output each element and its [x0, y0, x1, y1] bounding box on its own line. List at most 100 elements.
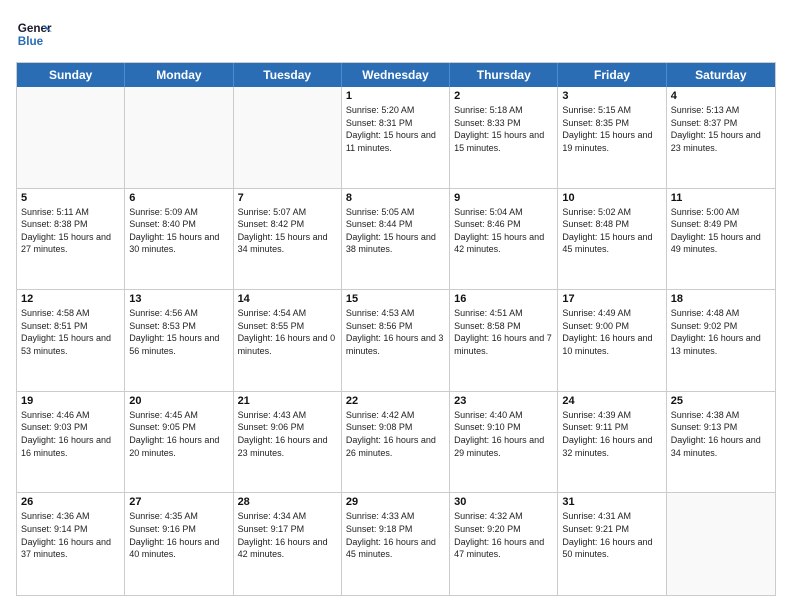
cal-cell-day-31: 31 Sunrise: 4:31 AMSunset: 9:21 PMDayligh… [558, 493, 666, 595]
cal-cell-day-7: 7Sunrise: 5:07 AMSunset: 8:42 PMDaylight… [234, 189, 342, 290]
cal-cell-day-25: 25 Sunrise: 4:38 AMSunset: 9:13 PMDayligh… [667, 392, 775, 493]
day-info: Sunrise: 5:09 AMSunset: 8:40 PMDaylight:… [129, 206, 228, 256]
cal-cell-day-30: 30 Sunrise: 4:32 AMSunset: 9:20 PMDayligh… [450, 493, 558, 595]
page: General Blue SundayMondayTuesdayWednesda… [0, 0, 792, 612]
day-number: 5 [21, 192, 120, 204]
day-number: 15 [346, 293, 445, 305]
day-number: 23 [454, 395, 553, 407]
logo: General Blue [16, 16, 56, 52]
day-number: 9 [454, 192, 553, 204]
header: General Blue [16, 16, 776, 52]
cal-cell-day-5: 5 Sunrise: 5:11 AMSunset: 8:38 PMDaylight… [17, 189, 125, 290]
day-header-monday: Monday [125, 63, 233, 87]
calendar: SundayMondayTuesdayWednesdayThursdayFrid… [16, 62, 776, 596]
cal-row-2: 5 Sunrise: 5:11 AMSunset: 8:38 PMDaylight… [17, 189, 775, 291]
day-header-friday: Friday [558, 63, 666, 87]
day-number: 31 [562, 496, 661, 508]
day-info: Sunrise: 4:53 AMSunset: 8:56 PMDaylight:… [346, 307, 445, 357]
day-info: Sunrise: 5:04 AMSunset: 8:46 PMDaylight:… [454, 206, 553, 256]
cal-cell-day-23: 23Sunrise: 4:40 AMSunset: 9:10 PMDayligh… [450, 392, 558, 493]
cal-cell-day-6: 6Sunrise: 5:09 AMSunset: 8:40 PMDaylight… [125, 189, 233, 290]
cal-cell-day-10: 10Sunrise: 5:02 AMSunset: 8:48 PMDayligh… [558, 189, 666, 290]
day-info: Sunrise: 4:32 AMSunset: 9:20 PMDaylight:… [454, 510, 553, 560]
day-header-saturday: Saturday [667, 63, 775, 87]
cal-cell-day-17: 17 Sunrise: 4:49 AMSunset: 9:00 PMDayligh… [558, 290, 666, 391]
day-info: Sunrise: 4:54 AMSunset: 8:55 PMDaylight:… [238, 307, 337, 357]
cal-cell-day-18: 18 Sunrise: 4:48 AMSunset: 9:02 PMDayligh… [667, 290, 775, 391]
cal-row-1: 1 Sunrise: 5:20 AMSunset: 8:31 PMDaylight… [17, 87, 775, 189]
day-info: Sunrise: 4:45 AMSunset: 9:05 PMDaylight:… [129, 409, 228, 459]
logo-icon: General Blue [16, 16, 52, 52]
cal-cell-day-15: 15 Sunrise: 4:53 AMSunset: 8:56 PMDayligh… [342, 290, 450, 391]
cal-cell-day-1: 1 Sunrise: 5:20 AMSunset: 8:31 PMDaylight… [342, 87, 450, 188]
day-info: Sunrise: 4:58 AMSunset: 8:51 PMDaylight:… [21, 307, 120, 357]
day-number: 21 [238, 395, 337, 407]
cal-row-3: 12 Sunrise: 4:58 AMSunset: 8:51 PMDayligh… [17, 290, 775, 392]
calendar-body: 1 Sunrise: 5:20 AMSunset: 8:31 PMDaylight… [17, 87, 775, 595]
day-info: Sunrise: 5:18 AMSunset: 8:33 PMDaylight:… [454, 104, 553, 154]
day-info: Sunrise: 4:56 AMSunset: 8:53 PMDaylight:… [129, 307, 228, 357]
day-info: Sunrise: 4:46 AMSunset: 9:03 PMDaylight:… [21, 409, 120, 459]
day-header-wednesday: Wednesday [342, 63, 450, 87]
cal-row-5: 26Sunrise: 4:36 AMSunset: 9:14 PMDayligh… [17, 493, 775, 595]
day-info: Sunrise: 4:35 AMSunset: 9:16 PMDaylight:… [129, 510, 228, 560]
cal-cell-empty [234, 87, 342, 188]
day-number: 30 [454, 496, 553, 508]
cal-cell-day-20: 20Sunrise: 4:45 AMSunset: 9:05 PMDayligh… [125, 392, 233, 493]
day-info: Sunrise: 4:31 AMSunset: 9:21 PMDaylight:… [562, 510, 661, 560]
cal-cell-day-28: 28 Sunrise: 4:34 AMSunset: 9:17 PMDayligh… [234, 493, 342, 595]
day-number: 18 [671, 293, 771, 305]
day-info: Sunrise: 4:42 AMSunset: 9:08 PMDaylight:… [346, 409, 445, 459]
day-info: Sunrise: 4:33 AMSunset: 9:18 PMDaylight:… [346, 510, 445, 560]
day-header-tuesday: Tuesday [234, 63, 342, 87]
cal-cell-day-16: 16Sunrise: 4:51 AMSunset: 8:58 PMDayligh… [450, 290, 558, 391]
day-number: 29 [346, 496, 445, 508]
day-number: 22 [346, 395, 445, 407]
cal-cell-day-11: 11 Sunrise: 5:00 AMSunset: 8:49 PMDayligh… [667, 189, 775, 290]
day-number: 25 [671, 395, 771, 407]
svg-text:Blue: Blue [18, 35, 44, 48]
day-number: 14 [238, 293, 337, 305]
calendar-header: SundayMondayTuesdayWednesdayThursdayFrid… [17, 63, 775, 87]
day-number: 27 [129, 496, 228, 508]
cal-cell-day-9: 9 Sunrise: 5:04 AMSunset: 8:46 PMDaylight… [450, 189, 558, 290]
day-number: 8 [346, 192, 445, 204]
cal-cell-day-2: 2 Sunrise: 5:18 AMSunset: 8:33 PMDaylight… [450, 87, 558, 188]
day-info: Sunrise: 5:15 AMSunset: 8:35 PMDaylight:… [562, 104, 661, 154]
cal-cell-day-4: 4 Sunrise: 5:13 AMSunset: 8:37 PMDaylight… [667, 87, 775, 188]
day-number: 26 [21, 496, 120, 508]
day-number: 16 [454, 293, 553, 305]
day-info: Sunrise: 4:48 AMSunset: 9:02 PMDaylight:… [671, 307, 771, 357]
day-number: 19 [21, 395, 120, 407]
day-header-thursday: Thursday [450, 63, 558, 87]
cal-row-4: 19 Sunrise: 4:46 AMSunset: 9:03 PMDayligh… [17, 392, 775, 494]
day-info: Sunrise: 5:13 AMSunset: 8:37 PMDaylight:… [671, 104, 771, 154]
day-number: 17 [562, 293, 661, 305]
day-info: Sunrise: 4:43 AMSunset: 9:06 PMDaylight:… [238, 409, 337, 459]
day-number: 4 [671, 90, 771, 102]
day-number: 28 [238, 496, 337, 508]
cal-cell-empty [667, 493, 775, 595]
cal-cell-empty [17, 87, 125, 188]
day-info: Sunrise: 4:49 AMSunset: 9:00 PMDaylight:… [562, 307, 661, 357]
day-number: 13 [129, 293, 228, 305]
day-info: Sunrise: 4:34 AMSunset: 9:17 PMDaylight:… [238, 510, 337, 560]
cal-cell-day-13: 13 Sunrise: 4:56 AMSunset: 8:53 PMDayligh… [125, 290, 233, 391]
day-number: 2 [454, 90, 553, 102]
cal-cell-empty [125, 87, 233, 188]
day-info: Sunrise: 5:20 AMSunset: 8:31 PMDaylight:… [346, 104, 445, 154]
day-info: Sunrise: 5:00 AMSunset: 8:49 PMDaylight:… [671, 206, 771, 256]
day-info: Sunrise: 5:05 AMSunset: 8:44 PMDaylight:… [346, 206, 445, 256]
day-number: 12 [21, 293, 120, 305]
cal-cell-day-14: 14 Sunrise: 4:54 AMSunset: 8:55 PMDayligh… [234, 290, 342, 391]
day-number: 11 [671, 192, 771, 204]
day-info: Sunrise: 5:11 AMSunset: 8:38 PMDaylight:… [21, 206, 120, 256]
cal-cell-day-12: 12 Sunrise: 4:58 AMSunset: 8:51 PMDayligh… [17, 290, 125, 391]
day-info: Sunrise: 4:38 AMSunset: 9:13 PMDaylight:… [671, 409, 771, 459]
cal-cell-day-27: 27 Sunrise: 4:35 AMSunset: 9:16 PMDayligh… [125, 493, 233, 595]
cal-cell-day-26: 26Sunrise: 4:36 AMSunset: 9:14 PMDayligh… [17, 493, 125, 595]
cal-cell-day-22: 22 Sunrise: 4:42 AMSunset: 9:08 PMDayligh… [342, 392, 450, 493]
day-number: 24 [562, 395, 661, 407]
day-number: 1 [346, 90, 445, 102]
day-number: 3 [562, 90, 661, 102]
